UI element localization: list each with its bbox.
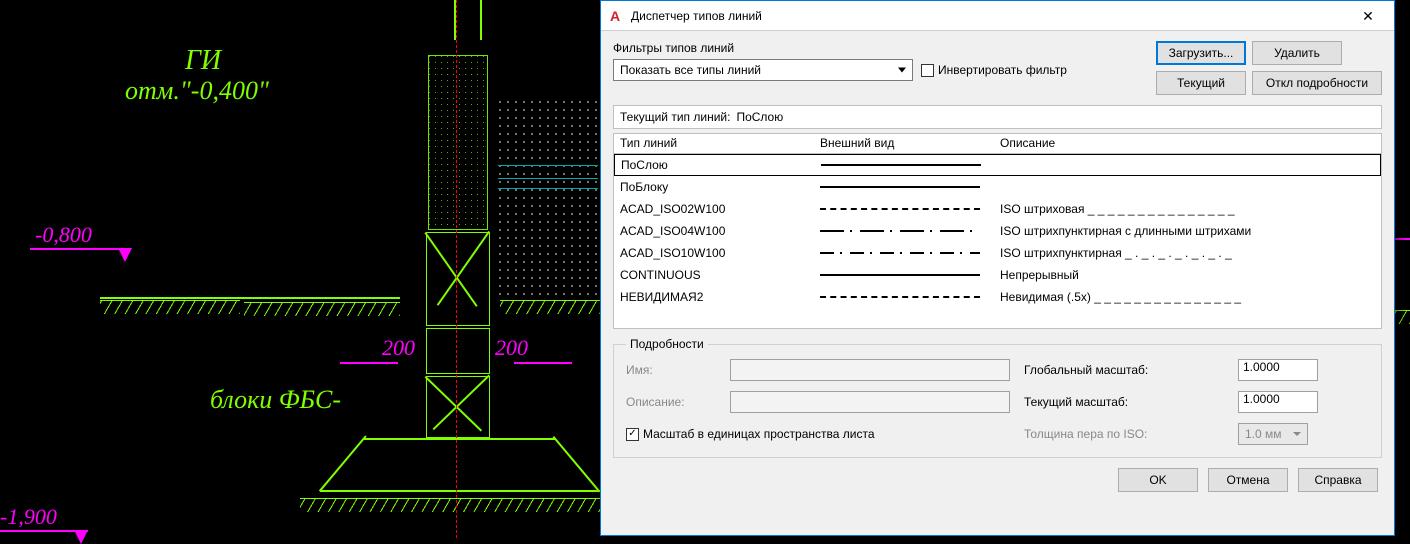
details-toggle-button[interactable]: Откл подробности [1252,71,1382,95]
cell-appearance [814,228,994,234]
cell-appearance [814,206,994,212]
global-scale-label: Глобальный масштаб: [1024,363,1224,377]
pen-thickness-label: Толщина пера по ISO: [1024,427,1224,441]
details-desc-label: Описание: [626,395,716,409]
cad-label-fbs: блоки ФБС- [210,385,341,415]
dialog-title: Диспетчер типов линий [631,9,1348,23]
cad-dim-0800: -0,800 [35,222,92,248]
linetype-manager-dialog: A Диспетчер типов линий ✕ Фильтры типов … [600,0,1395,536]
cell-appearance [814,250,994,256]
cell-name: НЕВИДИМАЯ2 [614,288,814,306]
close-button[interactable]: ✕ [1348,1,1388,31]
col-appearance[interactable]: Внешний вид [814,134,994,153]
checkbox-icon [626,428,639,441]
cad-label-elev: отм."-0,400" [125,76,269,106]
load-button[interactable]: Загрузить... [1156,41,1246,65]
cell-name: ACAD_ISO02W100 [614,200,814,218]
delete-button[interactable]: Удалить [1252,41,1342,65]
table-row[interactable]: ПоБлоку [614,176,1381,198]
current-linetype-row: Текущий тип линий: ПоСлою [613,105,1382,129]
current-scale-input[interactable]: 1.0000 [1238,391,1318,413]
cell-name: ПоБлоку [614,178,814,196]
filter-group: Фильтры типов линий Показать все типы ли… [613,41,1142,95]
cell-appearance [815,162,995,168]
cancel-button[interactable]: Отмена [1208,468,1288,492]
cell-name: CONTINUOUS [614,266,814,284]
current-linetype-value: ПоСлою [736,110,783,124]
current-linetype-label: Текущий тип линий: [620,110,730,124]
details-name-label: Имя: [626,363,716,377]
table-row[interactable]: НЕВИДИМАЯ2 Невидимая (.5x) _ _ _ _ _ _ _ … [614,286,1381,308]
cell-name: ПоСлою [615,156,815,174]
table-row[interactable]: ACAD_ISO02W100 ISO штриховая _ _ _ _ _ _ … [614,198,1381,220]
cad-label-gi: ГИ [185,45,221,77]
details-legend: Подробности [626,337,708,351]
checkbox-icon [921,64,934,77]
autocad-icon: A [607,8,623,24]
ok-button[interactable]: OK [1118,468,1198,492]
cell-description: ISO штрихпунктирная _ . _ . _ . _ . _ . … [994,244,1381,262]
cell-appearance [814,272,994,278]
table-row[interactable]: ПоСлою [614,154,1381,176]
help-button[interactable]: Справка [1298,468,1378,492]
paperspace-scale-checkbox[interactable]: Масштаб в единицах пространства листа [626,427,1010,441]
cell-description: Невидимая (.5x) _ _ _ _ _ _ _ _ _ _ _ _ … [994,288,1381,306]
filter-combo[interactable]: Показать все типы линий [613,59,913,81]
table-header[interactable]: Тип линий Внешний вид Описание [614,134,1381,154]
filters-label: Фильтры типов линий [613,41,1142,55]
details-desc-input [730,391,1010,413]
details-name-input [730,359,1010,381]
col-name[interactable]: Тип линий [614,134,814,153]
cad-dim-200a: 200 [382,335,415,361]
cell-description [995,163,1380,167]
table-row[interactable]: ACAD_ISO04W100 ISO штрихпунктирная с длин… [614,220,1381,242]
cell-name: ACAD_ISO10W100 [614,244,814,262]
cad-dim-1900: -1,900 [0,504,57,530]
cell-description: ISO штрихпунктирная с длинными штрихами [994,222,1381,240]
global-scale-input[interactable]: 1.0000 [1238,359,1318,381]
table-row[interactable]: CONTINUOUS Непрерывный [614,264,1381,286]
filter-combo-value: Показать все типы линий [620,63,761,77]
titlebar[interactable]: A Диспетчер типов линий ✕ [601,1,1394,31]
cell-description: ISO штриховая _ _ _ _ _ _ _ _ _ _ _ _ _ … [994,200,1381,218]
table-row[interactable]: ACAD_ISO10W100 ISO штрихпунктирная _ . _ … [614,242,1381,264]
pen-thickness-combo: 1.0 мм [1238,423,1308,445]
current-button[interactable]: Текущий [1156,71,1246,95]
cell-appearance [814,184,994,190]
invert-filter-checkbox[interactable]: Инвертировать фильтр [921,63,1067,77]
cell-description [994,185,1381,189]
cell-name: ACAD_ISO04W100 [614,222,814,240]
linetype-table: Тип линий Внешний вид Описание ПоСлою ПоБ… [613,133,1382,329]
invert-filter-label: Инвертировать фильтр [938,63,1067,77]
cell-appearance [814,294,994,300]
cad-dim-200b: 200 [495,335,528,361]
cell-description: Непрерывный [994,266,1381,284]
details-group: Подробности Имя: Глобальный масштаб: 1.0… [613,337,1382,458]
current-scale-label: Текущий масштаб: [1024,395,1224,409]
col-description[interactable]: Описание [994,134,1381,153]
paperspace-scale-label: Масштаб в единицах пространства листа [643,427,875,441]
